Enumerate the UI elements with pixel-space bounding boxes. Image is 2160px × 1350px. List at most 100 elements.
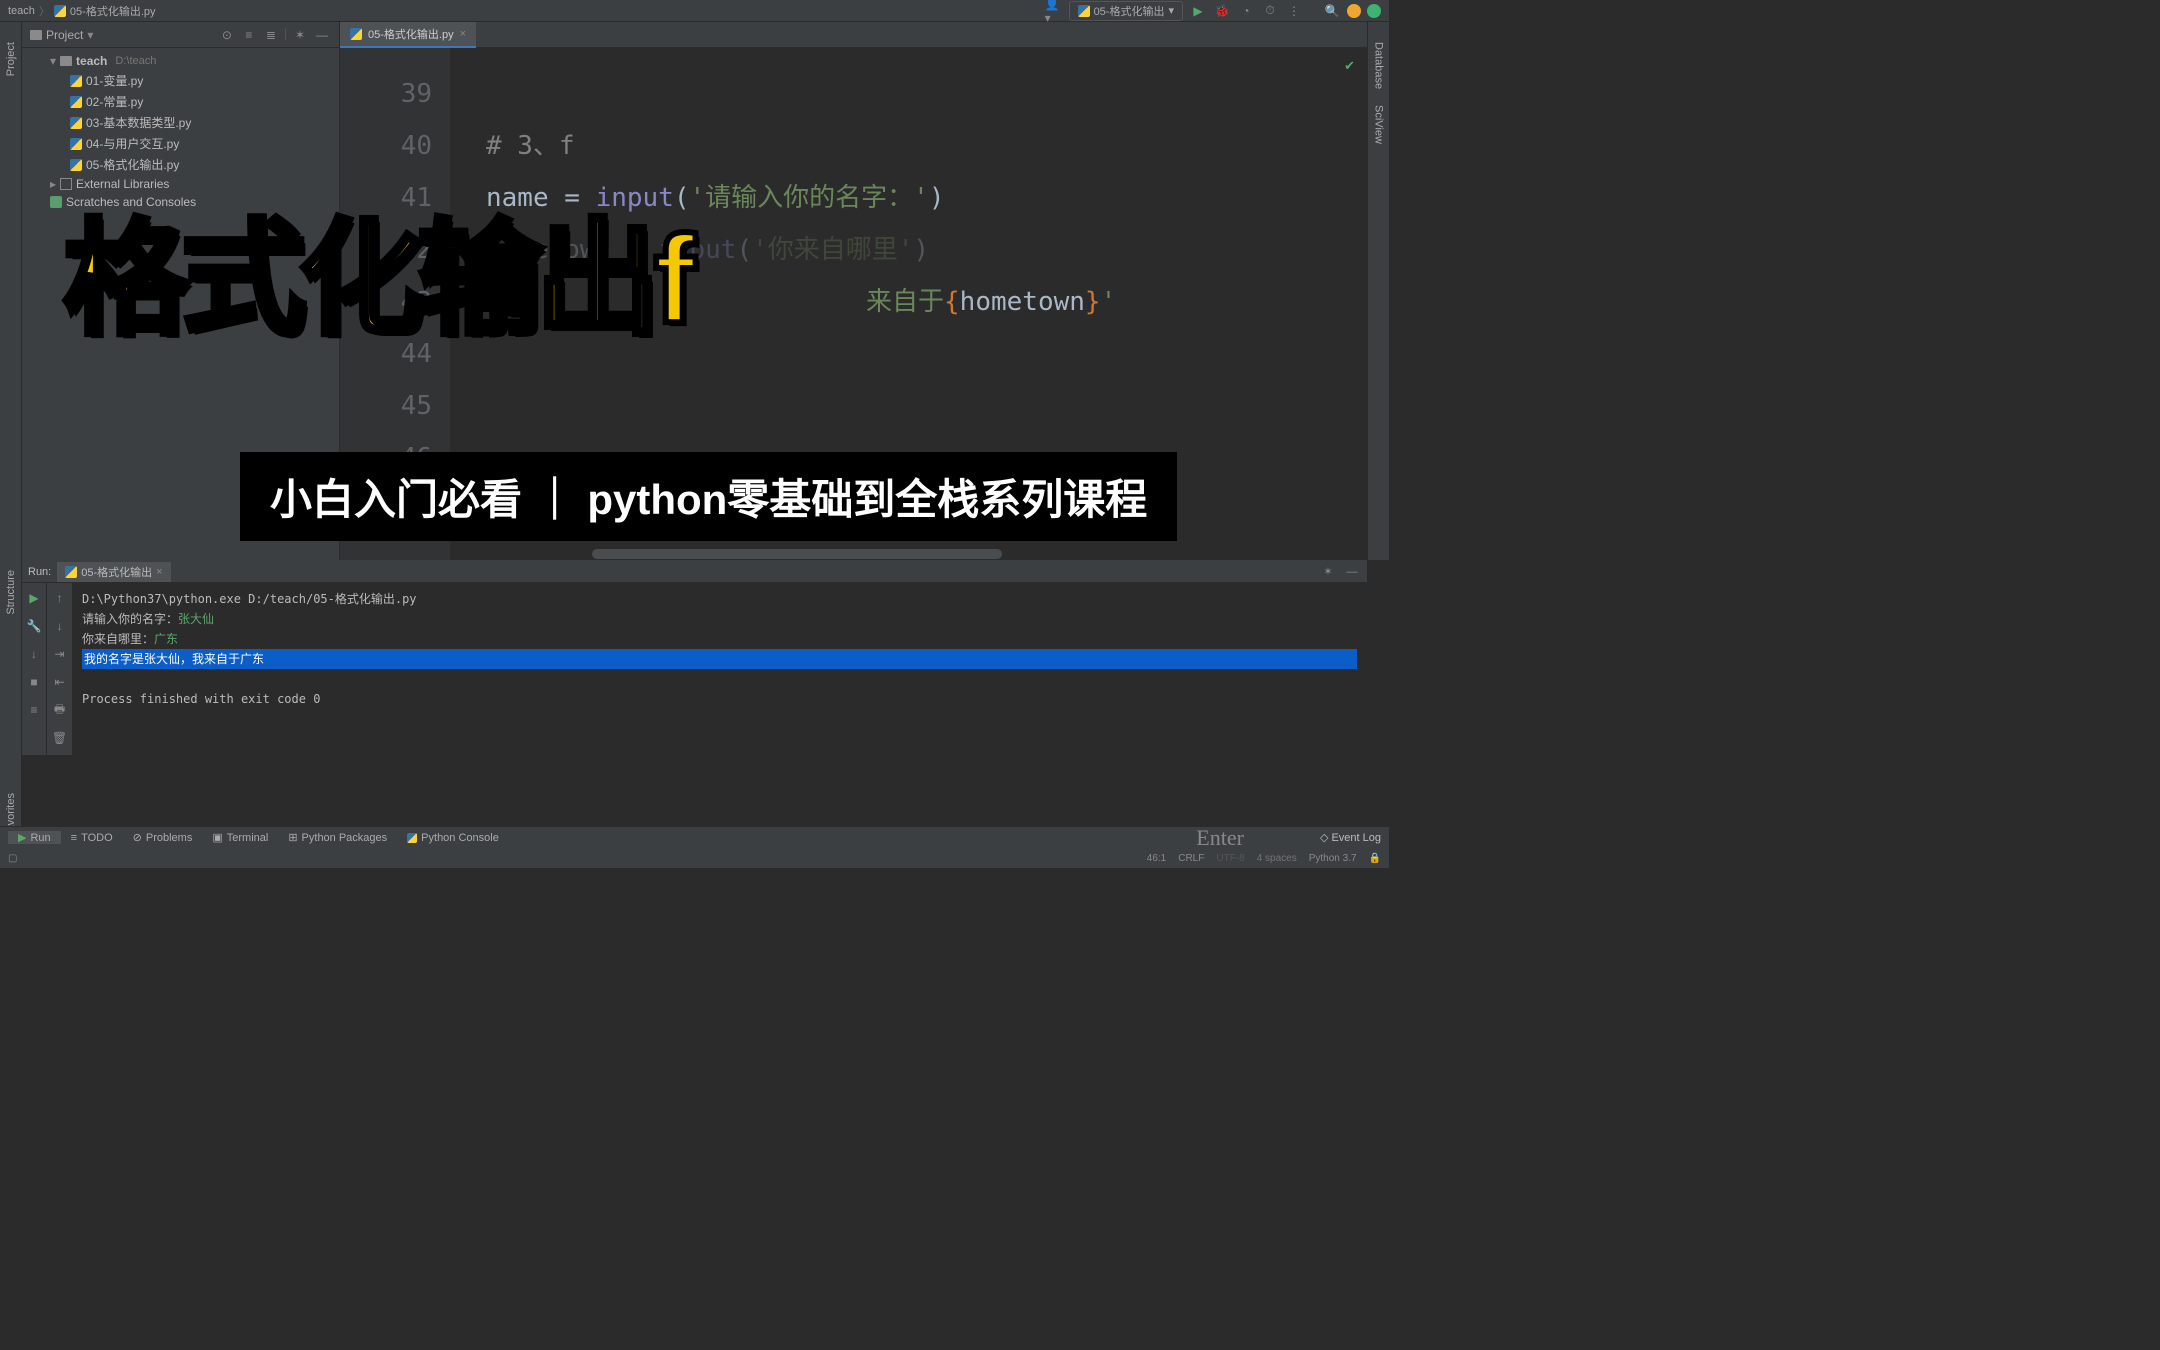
- rerun-button[interactable]: ▶: [25, 589, 43, 607]
- down-button[interactable]: ↓: [51, 617, 69, 635]
- code-with-me-icon[interactable]: [1367, 4, 1381, 18]
- horizontal-scrollbar[interactable]: [592, 549, 1002, 559]
- run-left-toolbar-2: ↑ ↓ ⇥ ⇤ 🖶 🗑: [46, 583, 72, 755]
- python-file-icon: [54, 5, 66, 17]
- folder-icon: [60, 56, 72, 66]
- project-icon: [30, 30, 42, 40]
- close-icon[interactable]: ×: [460, 28, 466, 40]
- python-file-icon: [70, 138, 82, 150]
- run-configuration-dropdown[interactable]: 05-格式化输出 ▾: [1069, 1, 1183, 21]
- database-tool-button[interactable]: Database: [1373, 34, 1385, 97]
- collapse-all-button[interactable]: ≣: [262, 26, 280, 44]
- breadcrumb[interactable]: teach 〉 05-格式化输出.py: [8, 3, 156, 19]
- run-label: Run:: [28, 566, 51, 578]
- file-item[interactable]: 04-与用户交互.py: [22, 133, 339, 154]
- python-file-icon: [70, 117, 82, 129]
- file-encoding[interactable]: UTF-8: [1216, 853, 1244, 864]
- output-result-highlighted: 我的名字是张大仙，我来自于广东: [82, 649, 1357, 669]
- problems-tool-button[interactable]: ⊘Problems: [123, 831, 203, 844]
- run-with-coverage-button[interactable]: ◔: [1237, 2, 1255, 20]
- chevron-down-icon: ▾: [1168, 4, 1174, 17]
- overlay-title: 格式化输出f: [64, 218, 689, 342]
- user-icon[interactable]: 👤▾: [1045, 2, 1063, 20]
- print-icon[interactable]: 🖶: [51, 701, 69, 719]
- project-tree[interactable]: ▾ teach D:\teach 01-变量.py 02-常量.py 03-基本…: [22, 48, 339, 215]
- search-everywhere-button[interactable]: 🔍: [1323, 2, 1341, 20]
- library-icon: [60, 178, 72, 190]
- run-left-toolbar: ▶ 🔧 ↓ ■ ≡: [22, 583, 46, 755]
- project-root[interactable]: ▾ teach D:\teach: [22, 52, 339, 70]
- event-log-button[interactable]: ◇ Event Log: [1320, 831, 1381, 844]
- run-down-icon[interactable]: ↓: [25, 645, 43, 663]
- debug-button[interactable]: 🐞: [1213, 2, 1231, 20]
- run-tab[interactable]: 05-格式化输出 ×: [57, 562, 170, 582]
- hide-button[interactable]: —: [313, 26, 331, 44]
- breadcrumb-file[interactable]: 05-格式化输出.py: [70, 3, 156, 19]
- chevron-right-icon: 〉: [39, 3, 50, 19]
- scratches-and-consoles[interactable]: Scratches and Consoles: [22, 193, 339, 211]
- python-file-icon: [70, 96, 82, 108]
- chevron-down-icon: ▾: [50, 54, 56, 68]
- python-console-button[interactable]: Python Console: [397, 832, 509, 844]
- soft-wrap-icon[interactable]: ⇥: [51, 645, 69, 663]
- lock-icon[interactable]: 🔒: [1369, 853, 1381, 864]
- file-item[interactable]: 01-变量.py: [22, 70, 339, 91]
- project-tool-button[interactable]: Project: [5, 34, 17, 84]
- run-config-label: 05-格式化输出: [1094, 3, 1165, 19]
- profiler-button[interactable]: ⏱: [1261, 2, 1279, 20]
- python-interpreter[interactable]: Python 3.7: [1309, 853, 1357, 864]
- sciview-tool-button[interactable]: SciView: [1373, 97, 1385, 152]
- top-toolbar: 👤▾ 05-格式化输出 ▾ ▶ 🐞 ◔ ⏱ ⋮ 🔍: [1045, 1, 1381, 21]
- layout-icon[interactable]: ≡: [25, 701, 43, 719]
- run-output[interactable]: D:\Python37\python.exe D:/teach/05-格式化输出…: [72, 583, 1367, 755]
- wrench-icon[interactable]: 🔧: [25, 617, 43, 635]
- python-packages-button[interactable]: ⊞Python Packages: [278, 831, 397, 844]
- python-file-icon: [350, 28, 362, 40]
- external-libraries[interactable]: ▸ External Libraries: [22, 175, 339, 193]
- run-panel-header: Run: 05-格式化输出 × ✶ —: [22, 561, 1367, 583]
- run-tool-button[interactable]: ▶Run: [8, 831, 61, 844]
- file-item[interactable]: 02-常量.py: [22, 91, 339, 112]
- editor-tab[interactable]: 05-格式化输出.py ×: [340, 22, 476, 48]
- select-opened-file-button[interactable]: ⊙: [218, 26, 236, 44]
- navigation-bar: teach 〉 05-格式化输出.py 👤▾ 05-格式化输出 ▾ ▶ 🐞 ◔ …: [0, 0, 1389, 22]
- status-bar: ▢ 46:1 CRLF UTF-8 4 spaces Python 3.7 🔒: [0, 848, 1389, 868]
- line-separator[interactable]: CRLF: [1178, 853, 1204, 864]
- breadcrumb-project[interactable]: teach: [8, 5, 35, 17]
- python-file-icon: [70, 75, 82, 87]
- python-file-icon: [70, 159, 82, 171]
- scroll-to-end-icon[interactable]: ⇤: [51, 673, 69, 691]
- expand-all-button[interactable]: ≡: [240, 26, 258, 44]
- panel-title-label[interactable]: Project: [46, 28, 83, 42]
- indent-info[interactable]: 4 spaces: [1257, 853, 1297, 864]
- terminal-tool-button[interactable]: ▣Terminal: [202, 831, 278, 844]
- hide-button[interactable]: —: [1343, 563, 1361, 581]
- status-left-icon[interactable]: ▢: [8, 853, 17, 864]
- left-tool-stripe: Project: [0, 22, 22, 560]
- clear-all-icon[interactable]: 🗑: [51, 729, 69, 747]
- more-actions-button[interactable]: ⋮: [1285, 2, 1303, 20]
- up-button[interactable]: ↑: [51, 589, 69, 607]
- close-icon[interactable]: ×: [156, 566, 162, 578]
- root-path: D:\teach: [115, 55, 156, 67]
- structure-tool-button[interactable]: Structure: [5, 560, 17, 625]
- left-bottom-stripe: Structure Favorites: [0, 560, 22, 848]
- todo-tool-button[interactable]: ≡TODO: [61, 832, 123, 844]
- editor-tabs: 05-格式化输出.py ×: [340, 22, 1367, 48]
- file-item[interactable]: 05-格式化输出.py: [22, 154, 339, 175]
- chevron-down-icon[interactable]: ▾: [87, 28, 93, 42]
- file-item[interactable]: 03-基本数据类型.py: [22, 112, 339, 133]
- right-tool-stripe: Database SciView: [1367, 22, 1389, 560]
- run-button[interactable]: ▶: [1189, 2, 1207, 20]
- caret-position[interactable]: 46:1: [1147, 853, 1166, 864]
- settings-icon[interactable]: ✶: [291, 26, 309, 44]
- enter-overlay-text: Enter: [1196, 825, 1244, 851]
- gear-icon[interactable]: ✶: [1319, 563, 1337, 581]
- output-command: D:\Python37\python.exe D:/teach/05-格式化输出…: [82, 589, 1357, 609]
- tab-label: 05-格式化输出.py: [368, 26, 454, 42]
- scratches-icon: [50, 196, 62, 208]
- root-name: teach: [76, 54, 107, 68]
- stop-button[interactable]: ■: [25, 673, 43, 691]
- project-panel-header: Project ▾ ⊙ ≡ ≣ | ✶ —: [22, 22, 339, 48]
- avatar-icon[interactable]: [1347, 4, 1361, 18]
